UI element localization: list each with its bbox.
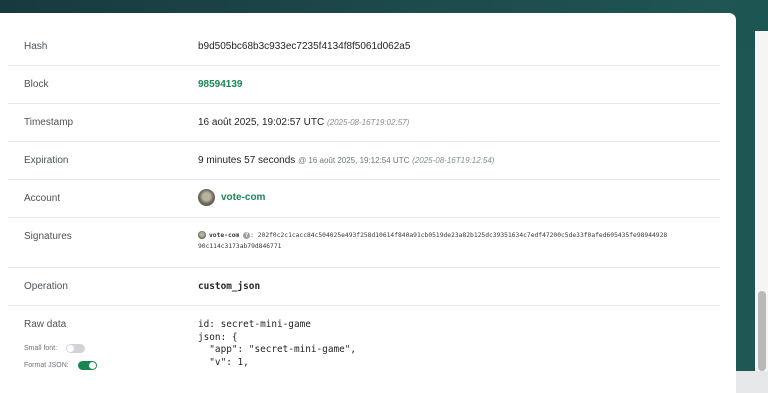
raw-json-block: id: secret-mini-game json: { "app": "sec… — [198, 319, 356, 369]
signer-name[interactable]: vote-com — [209, 232, 239, 239]
block-link[interactable]: 98594139 — [198, 79, 243, 90]
expiration-value: 9 minutes 57 seconds @ 16 août 2025, 19:… — [198, 155, 494, 166]
signature-separator: : — [250, 232, 254, 239]
signature-line-1: vote-com ?: 202f0c2c1cacc84c504025e493f2… — [198, 230, 667, 241]
raw-line-4: "v": 1, — [198, 356, 249, 368]
operation-label: Operation — [24, 281, 68, 292]
expiration-relative: 9 minutes 57 seconds — [198, 155, 296, 166]
timestamp-text: 16 août 2025, 19:02:57 UTC — [198, 117, 325, 128]
account-row: Account vote-com — [8, 180, 720, 218]
operation-row: Operation custom_json — [8, 268, 720, 306]
block-row: Block 98594139 — [8, 66, 720, 104]
timestamp-label: Timestamp — [24, 117, 74, 128]
signature-hex-1: 202f0c2c1cacc84c504025e493f258d10614f840… — [257, 232, 668, 239]
scrollbar-thumb[interactable] — [758, 291, 766, 371]
hash-value: b9d505bc68b3c933ec7235f4134f8f5061d062a5 — [198, 41, 411, 52]
small-font-toggle[interactable] — [66, 344, 85, 353]
signatures-value: vote-com ?: 202f0c2c1cacc84c504025e493f2… — [198, 230, 667, 252]
expiration-at: @ 16 août 2025, 19:12:54 UTC — [298, 156, 410, 165]
timestamp-iso: (2025-08-16T19:02:57) — [326, 118, 410, 127]
signature-hex-2: 90c114c3173ab79d846771 — [198, 243, 282, 250]
format-json-toggle[interactable] — [78, 361, 97, 370]
small-font-label: Small font: — [24, 345, 58, 352]
expiration-label: Expiration — [24, 155, 69, 166]
account-label: Account — [24, 193, 61, 204]
raw-data-label: Raw data — [24, 319, 67, 330]
account-value: vote-com — [198, 189, 265, 206]
timestamp-row: Timestamp 16 août 2025, 19:02:57 UTC (20… — [8, 104, 720, 142]
hash-label: Hash — [24, 41, 48, 52]
signer-avatar — [198, 231, 206, 239]
transaction-details-card: Hash b9d505bc68b3c933ec7235f4134f8f5061d… — [0, 13, 736, 393]
avatar[interactable] — [198, 189, 215, 206]
format-json-label: Format JSON: — [24, 362, 69, 369]
raw-data-row: Raw data Small font: Format JSON: id: se… — [8, 306, 720, 386]
hash-row: Hash b9d505bc68b3c933ec7235f4134f8f5061d… — [8, 13, 720, 66]
raw-line-2: json: { — [198, 331, 238, 343]
account-link[interactable]: vote-com — [221, 192, 265, 203]
raw-line-1: id: secret-mini-game — [198, 319, 311, 330]
operation-value: custom_json — [198, 281, 261, 292]
signatures-row: Signatures vote-com ?: 202f0c2c1cacc84c5… — [8, 218, 720, 268]
expiration-row: Expiration 9 minutes 57 seconds @ 16 aoû… — [8, 142, 720, 180]
block-label: Block — [24, 79, 49, 90]
signatures-label: Signatures — [24, 231, 72, 242]
expiration-iso: (2025-08-16T19:12:54) — [412, 156, 495, 165]
raw-line-3: "app": "secret-mini-game", — [198, 344, 357, 355]
timestamp-value: 16 août 2025, 19:02:57 UTC (2025-08-16T1… — [198, 117, 409, 128]
